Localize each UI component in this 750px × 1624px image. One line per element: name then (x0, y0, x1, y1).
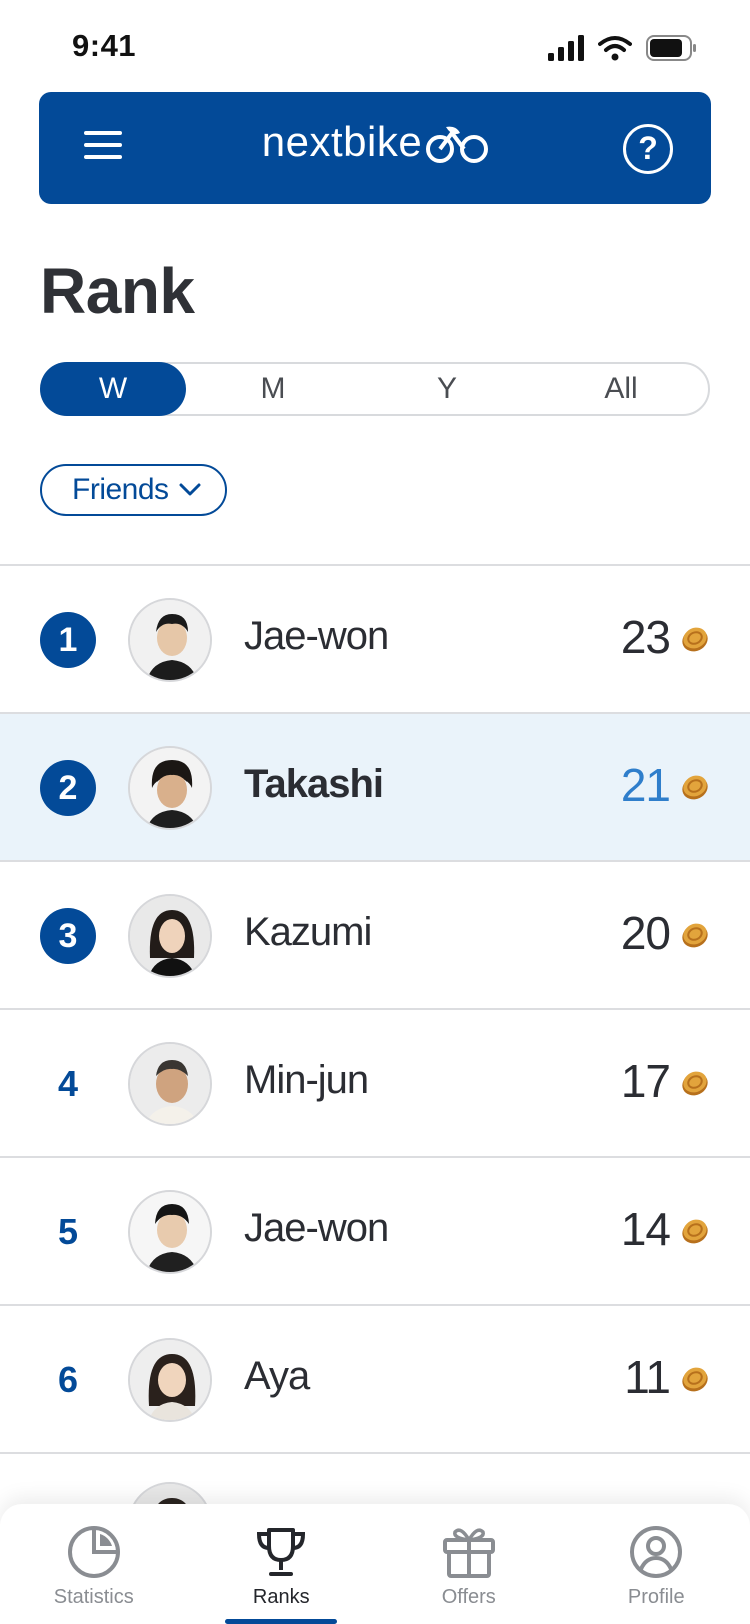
ranking-row[interactable]: 5 Jae-won 14 (0, 1156, 750, 1304)
user-name: Min-jun (244, 1058, 369, 1102)
tab-statistics[interactable]: Statistics (0, 1504, 188, 1624)
logo-text: nextbike (261, 118, 423, 165)
ranking-row[interactable]: 4 Min-jun 17 (0, 1008, 750, 1156)
ranking-row[interactable]: 3 Kazumi 20 (0, 860, 750, 1008)
coin-icon (682, 775, 708, 800)
bottom-tab-bar: Statistics Ranks Offers Profile (0, 1504, 750, 1624)
period-tab-week[interactable]: W (40, 362, 186, 416)
tab-label: Statistics (53, 1586, 134, 1608)
user-icon (630, 1526, 683, 1578)
help-button[interactable]: ? (623, 124, 673, 174)
friends-filter-dropdown[interactable]: Friends (40, 464, 227, 516)
tab-profile[interactable]: Profile (563, 1504, 750, 1624)
user-name: Jae-won (244, 1206, 389, 1250)
status-bar: 9:41 (0, 0, 750, 92)
rank-badge: 3 (40, 908, 96, 964)
signal-icon (548, 35, 584, 61)
ranking-row[interactable]: 6 Aya 11 (0, 1304, 750, 1452)
score-value: 21 (620, 759, 671, 811)
score-value: 11 (624, 1351, 671, 1403)
user-name: Kazumi (244, 910, 372, 954)
rank-badge: 2 (40, 760, 96, 816)
user-name: Takashi (244, 762, 384, 806)
user-name: Jae-won (244, 614, 389, 658)
period-tab-all[interactable]: All (534, 364, 708, 414)
ranking-row-partial[interactable] (0, 1452, 750, 1566)
page-title: Rank (40, 255, 195, 327)
bike-logo-icon (426, 126, 489, 163)
nextbike-logo: nextbike (39, 118, 711, 166)
tab-label: Profile (627, 1586, 685, 1608)
ranking-row[interactable]: 1 Jae-won 23 (0, 564, 750, 712)
coin-icon (682, 1367, 708, 1392)
score-value: 23 (620, 611, 671, 663)
battery-icon (646, 35, 696, 61)
rank-badge: 1 (40, 612, 96, 668)
avatar (128, 894, 212, 978)
wifi-icon (598, 36, 632, 61)
period-tab-year[interactable]: Y (360, 364, 534, 414)
ranking-list: 1 Jae-won 23 2 Takashi 21 3 Kazumi 20 4 … (0, 564, 750, 1566)
coin-icon (682, 627, 708, 652)
tab-ranks[interactable]: Ranks (188, 1504, 376, 1624)
avatar (128, 1042, 212, 1126)
coin-icon (682, 923, 708, 948)
tab-label: Offers (441, 1586, 496, 1608)
rank-number: 4 (57, 1063, 79, 1104)
tab-label: Ranks (252, 1586, 310, 1608)
score-value: 17 (620, 1055, 671, 1107)
period-tab-month[interactable]: M (186, 364, 360, 414)
coin-icon (682, 1071, 708, 1096)
ranking-row-current-user[interactable]: 2 Takashi 21 (0, 712, 750, 860)
avatar (128, 746, 212, 830)
tab-offers[interactable]: Offers (375, 1504, 563, 1624)
gift-icon (442, 1528, 495, 1578)
avatar (128, 598, 212, 682)
app-header: nextbike ? (39, 92, 711, 204)
rank-number: 5 (57, 1211, 79, 1252)
period-segmented-control: W M Y All (40, 362, 710, 416)
avatar (128, 1338, 212, 1422)
user-name: Aya (244, 1354, 310, 1398)
chevron-down-icon (179, 483, 201, 496)
trophy-icon (257, 1528, 306, 1576)
rank-number: 6 (57, 1359, 79, 1400)
coin-icon (682, 1219, 708, 1244)
pie-chart-icon (67, 1526, 120, 1578)
avatar (128, 1190, 212, 1274)
score-value: 14 (620, 1203, 671, 1255)
status-time: 9:41 (72, 28, 137, 63)
score-value: 20 (620, 907, 671, 959)
status-icons (548, 32, 698, 64)
question-icon: ? (638, 130, 658, 166)
filter-label: Friends (72, 473, 169, 506)
